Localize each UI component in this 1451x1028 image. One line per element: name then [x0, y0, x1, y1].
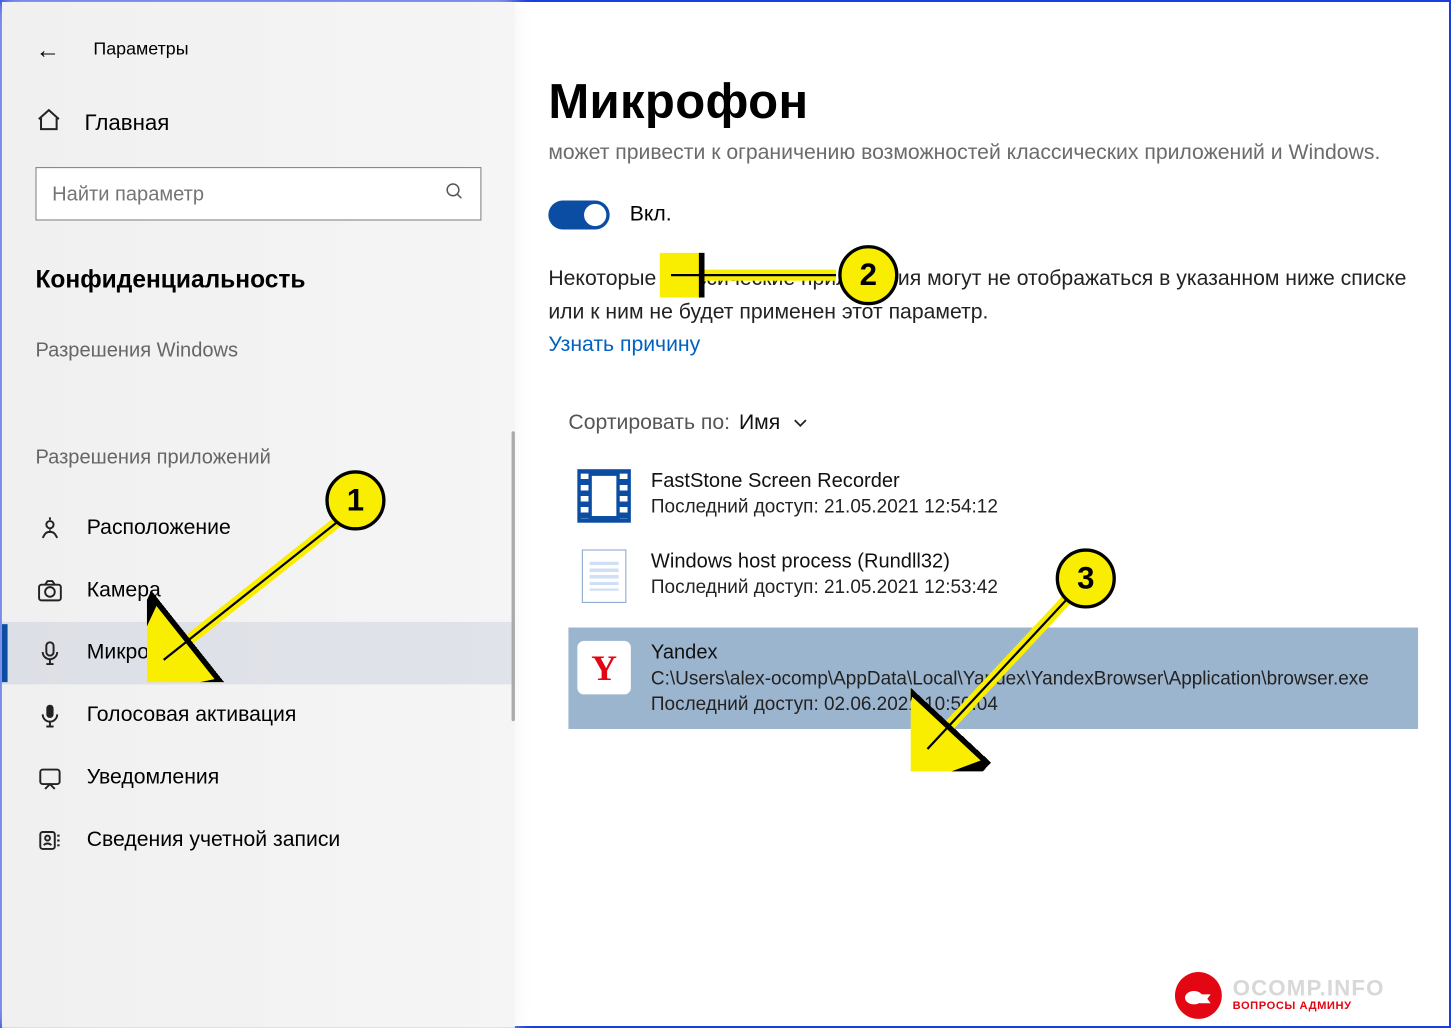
- chevron-down-icon: [793, 412, 809, 437]
- sort-label: Сортировать по:: [568, 412, 730, 437]
- annotation-balloon-1: 1: [325, 470, 385, 530]
- account-icon: [35, 826, 64, 855]
- microphone-access-toggle[interactable]: [548, 201, 609, 230]
- app-row-faststone[interactable]: FastStone Screen Recorder Последний дост…: [568, 456, 1418, 536]
- nav-account-label: Сведения учетной записи: [87, 828, 341, 853]
- nav-notifications-label: Уведомления: [87, 766, 219, 791]
- watermark-sub: ВОПРОСЫ АДМИНУ: [1233, 1001, 1385, 1013]
- annotation-balloon-3: 3: [1056, 548, 1116, 608]
- main-panel: Микрофон может привести к ограничению во…: [537, 2, 1451, 1028]
- app-name: FastStone Screen Recorder: [651, 470, 998, 493]
- camera-icon: [35, 576, 64, 605]
- microphone-icon: [35, 639, 64, 668]
- watermark: OCOMP.INFO ВОПРОСЫ АДМИНУ: [1175, 972, 1385, 1019]
- search-icon: [445, 181, 465, 207]
- sidebar-category: Конфиденциальность: [2, 254, 515, 328]
- intro-text-cutoff: может привести к ограничению возможносте…: [548, 137, 1418, 170]
- app-icon-yandex: Y: [577, 641, 631, 695]
- nav-voice-label: Голосовая активация: [87, 703, 297, 728]
- toggle-state-label: Вкл.: [630, 203, 672, 228]
- nav-home[interactable]: Главная: [2, 87, 515, 167]
- sidebar-scrollbar[interactable]: [512, 431, 515, 721]
- search-input[interactable]: [35, 167, 481, 221]
- app-last-access: Последний доступ: 21.05.2021 12:54:12: [651, 496, 998, 518]
- sort-dropdown[interactable]: Имя: [739, 412, 808, 437]
- learn-why-link[interactable]: Узнать причину: [548, 334, 1418, 359]
- voice-icon: [35, 701, 64, 730]
- location-icon: [35, 514, 64, 543]
- nav-notifications[interactable]: Уведомления: [2, 747, 515, 809]
- back-button[interactable]: ←: [35, 35, 60, 64]
- home-icon: [35, 107, 62, 140]
- nav-account-info[interactable]: Сведения учетной записи: [2, 809, 515, 871]
- app-icon-document: [577, 550, 631, 604]
- nav-home-label: Главная: [85, 111, 170, 137]
- search-field[interactable]: [52, 182, 444, 205]
- watermark-main: OCOMP.INFO: [1233, 978, 1385, 1001]
- window-title: Параметры: [93, 40, 188, 60]
- page-title: Микрофон: [548, 74, 1418, 130]
- group-windows-permissions: Разрешения Windows: [2, 328, 515, 390]
- annotation-balloon-2: 2: [838, 245, 898, 305]
- nav-voice-activation[interactable]: Голосовая активация: [2, 684, 515, 746]
- watermark-badge-icon: [1175, 972, 1222, 1019]
- app-icon-video: [577, 470, 631, 524]
- notifications-icon: [35, 764, 64, 793]
- annotation-arrow-2: [660, 253, 850, 298]
